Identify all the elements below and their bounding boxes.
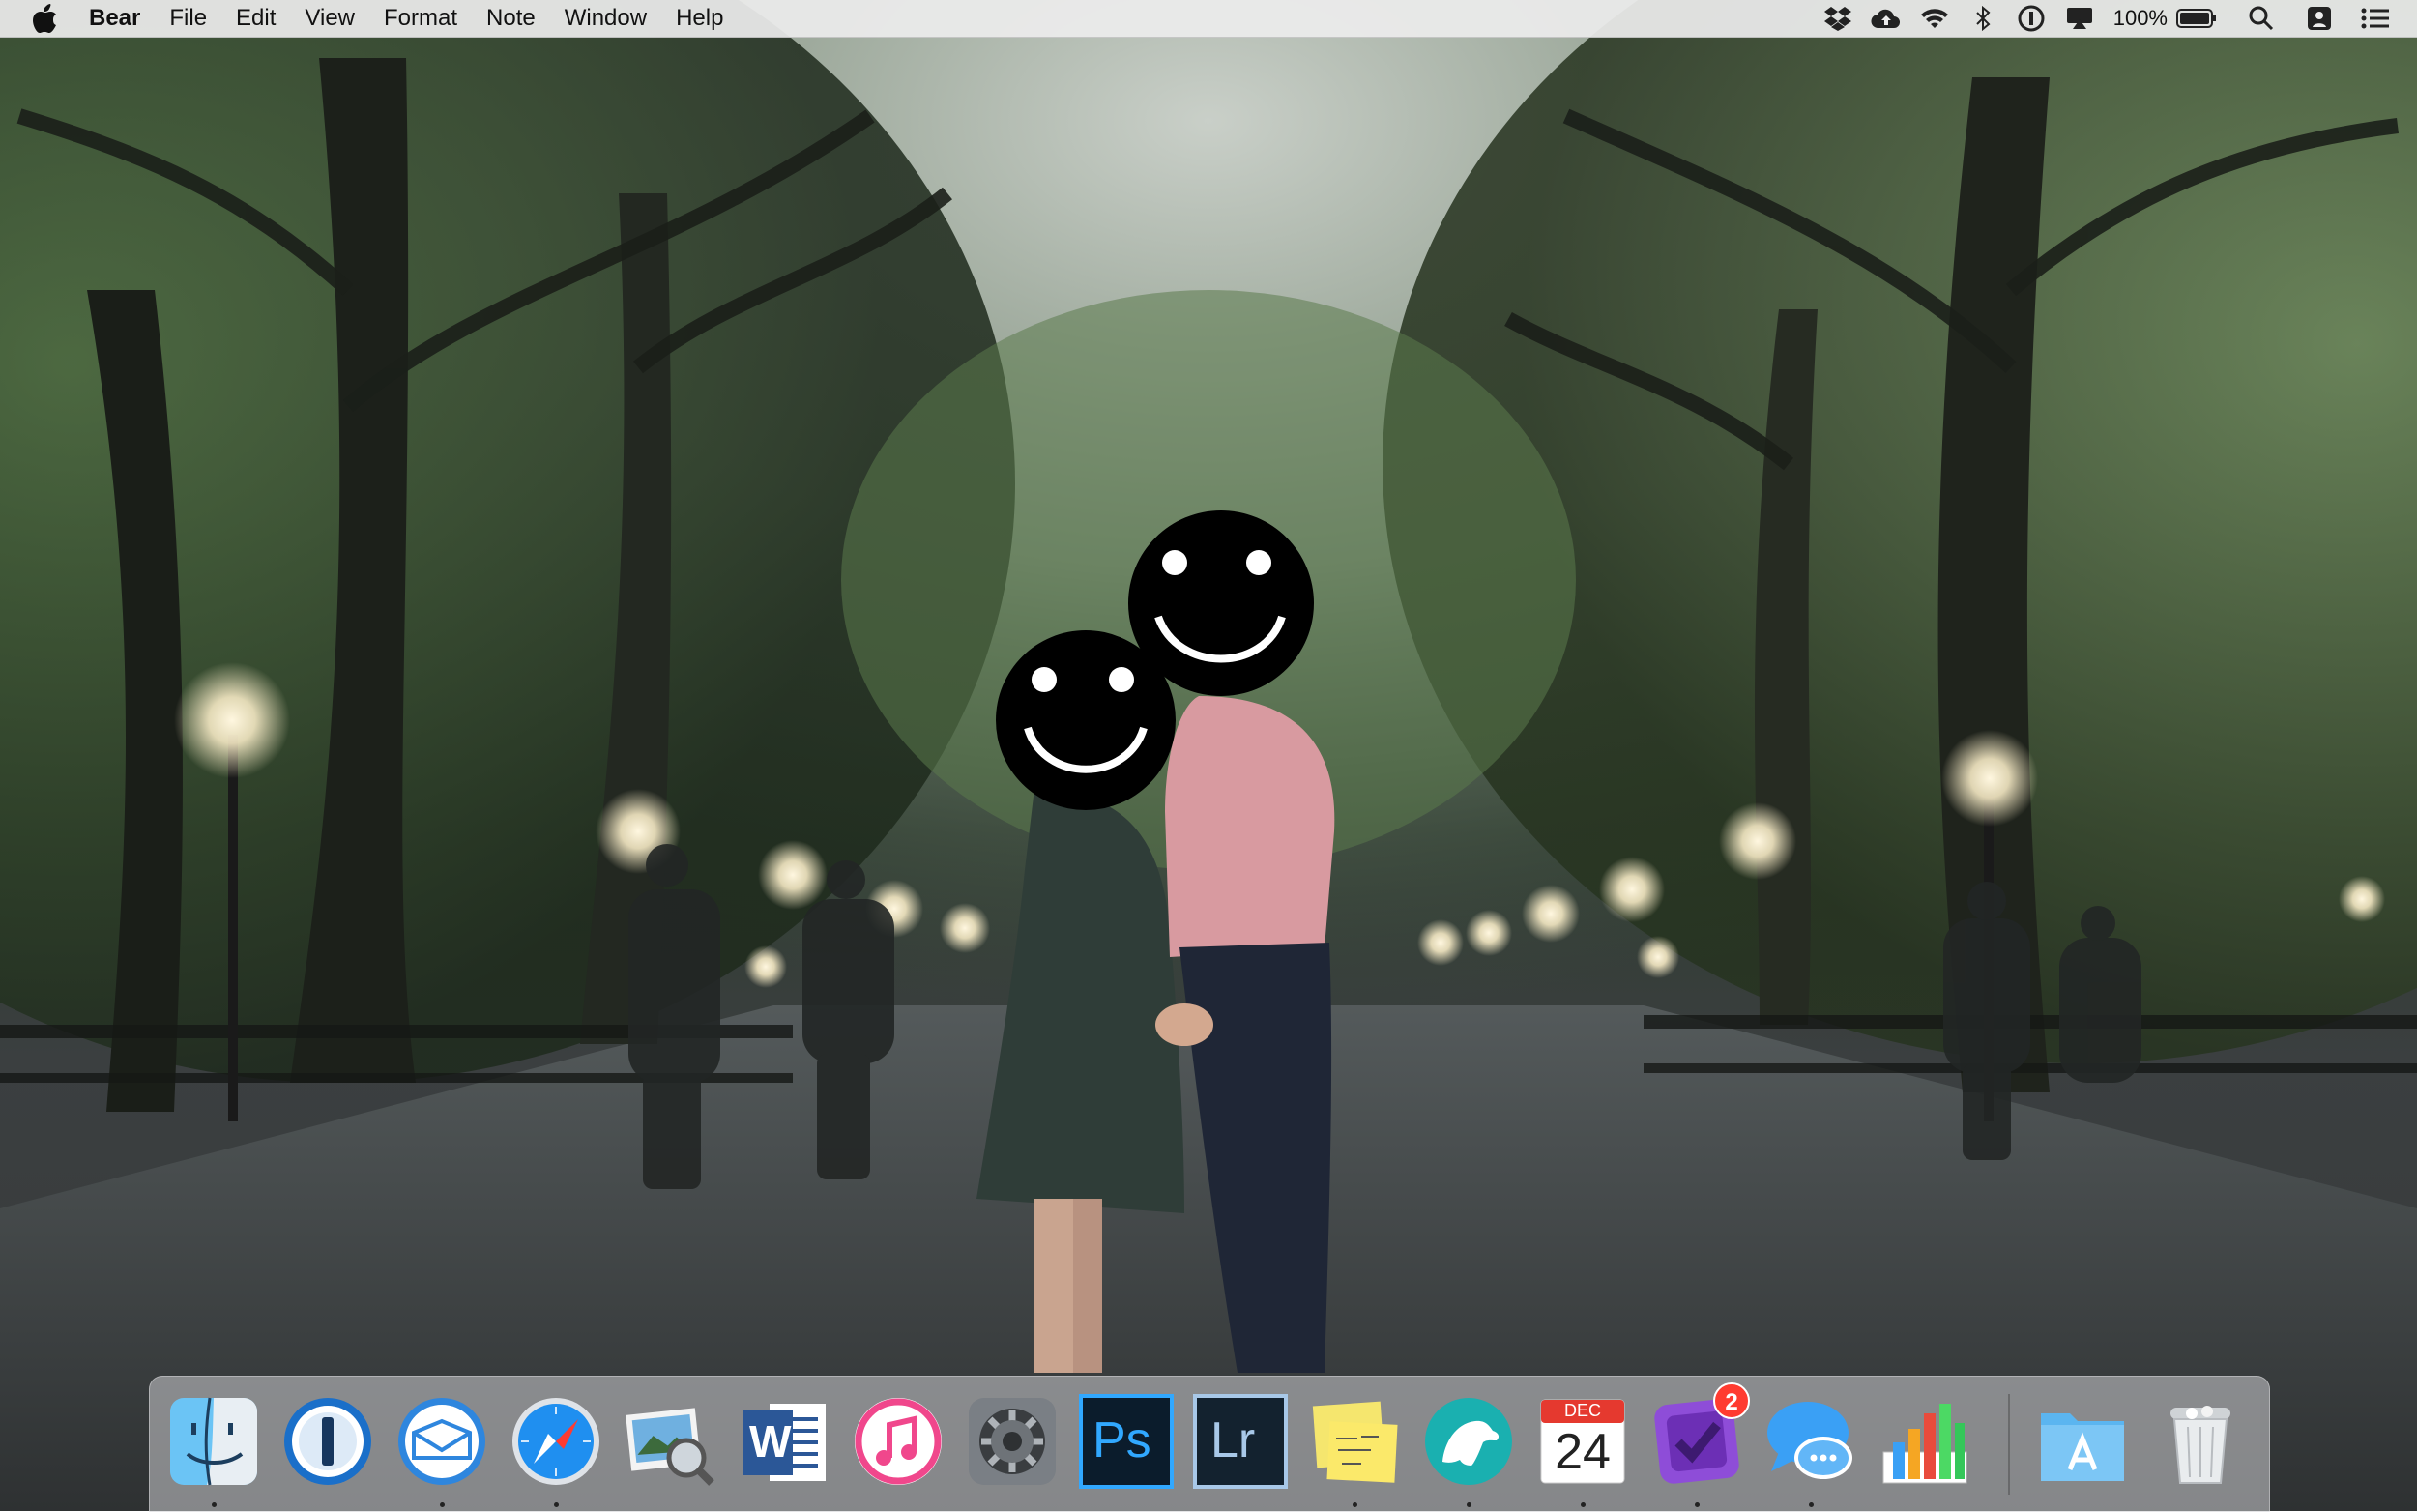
lightroom-icon-label: Lr [1210, 1412, 1256, 1468]
apple-menu-icon[interactable] [29, 2, 62, 35]
applications-folder-icon[interactable] [2035, 1394, 2130, 1489]
running-indicator [440, 1502, 445, 1507]
notification-badge: 2 [1713, 1382, 1750, 1419]
lightroom-icon[interactable]: Lr [1193, 1394, 1288, 1489]
menu-window[interactable]: Window [565, 0, 647, 37]
photoshop-icon-label: Ps [1092, 1412, 1151, 1468]
menu-view[interactable]: View [305, 0, 355, 37]
running-indicator [554, 1502, 559, 1507]
calendar-icon[interactable]: DEC 24 [1535, 1394, 1630, 1489]
wifi-icon[interactable] [1918, 2, 1951, 35]
battery-percentage: 100% [2112, 6, 2168, 30]
bluetooth-icon[interactable] [1966, 2, 1999, 35]
menu-app-name[interactable]: Bear [89, 0, 140, 37]
word-icon-label: W [749, 1416, 792, 1467]
menu-file[interactable]: File [169, 0, 207, 37]
menu-help[interactable]: Help [676, 0, 723, 37]
calendar-day: 24 [1555, 1424, 1611, 1480]
dock: W Ps Lr DEC 24 2 [149, 1376, 2270, 1512]
1password-icon[interactable] [280, 1394, 375, 1489]
battery-icon[interactable] [2175, 2, 2218, 35]
stickies-icon[interactable] [1307, 1394, 1402, 1489]
1password-mini-icon[interactable] [2015, 2, 2048, 35]
running-indicator [1581, 1502, 1586, 1507]
running-indicator [1467, 1502, 1471, 1507]
calendar-month: DEC [1563, 1401, 1601, 1420]
itunes-icon[interactable] [851, 1394, 946, 1489]
running-indicator [1695, 1502, 1700, 1507]
messages-icon[interactable] [1763, 1394, 1858, 1489]
omnifocus-icon[interactable]: 2 [1649, 1382, 1750, 1489]
photoshop-icon[interactable]: Ps [1079, 1394, 1174, 1489]
menu-note[interactable]: Note [486, 0, 536, 37]
park-photo [0, 0, 2417, 1511]
bear-icon[interactable] [1421, 1394, 1516, 1489]
preview-icon[interactable] [623, 1394, 717, 1489]
cloud-upload-icon[interactable] [1870, 2, 1903, 35]
menu-format[interactable]: Format [384, 0, 457, 37]
numbers-icon[interactable] [1878, 1394, 1972, 1489]
menu-extras: 100% [1806, 0, 2392, 37]
airmail-icon[interactable] [394, 1394, 489, 1489]
word-icon[interactable]: W [737, 1394, 831, 1489]
trash-icon[interactable] [2153, 1394, 2248, 1489]
system-preferences-icon[interactable] [965, 1394, 1060, 1489]
airplay-display-icon[interactable] [2063, 2, 2096, 35]
smiley-face-right [1128, 510, 1314, 696]
running-indicator [1353, 1502, 1357, 1507]
safari-icon[interactable] [509, 1394, 603, 1489]
menu-edit[interactable]: Edit [236, 0, 276, 37]
notification-center-icon[interactable] [2359, 2, 2392, 35]
user-switch-icon[interactable] [2303, 2, 2336, 35]
dropbox-icon[interactable] [1821, 2, 1854, 35]
finder-icon[interactable] [166, 1394, 261, 1489]
menu-bar: Bear File Edit View Format Note Window H… [0, 0, 2417, 38]
running-indicator [1809, 1502, 1814, 1507]
running-indicator [212, 1502, 217, 1507]
desktop-wallpaper [0, 0, 2417, 1511]
dock-separator [2008, 1394, 2010, 1495]
spotlight-search-icon[interactable] [2245, 2, 2278, 35]
